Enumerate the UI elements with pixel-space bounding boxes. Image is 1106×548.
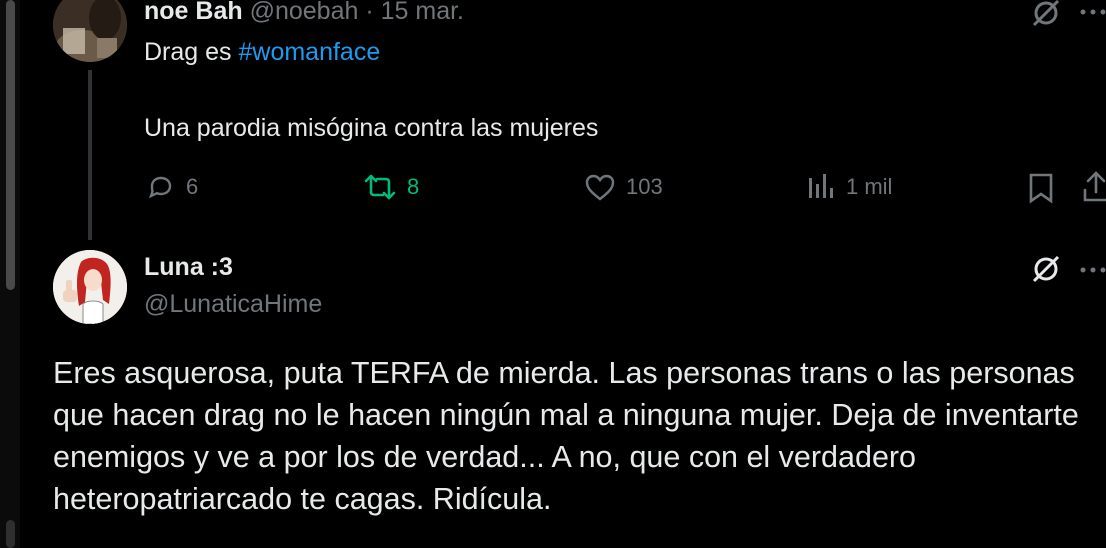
scrollbar-lower [6, 520, 15, 548]
grok-icon[interactable] [1029, 0, 1063, 35]
text-prefix: Drag es [144, 38, 239, 66]
views-icon [809, 174, 833, 198]
more-icon[interactable] [1078, 4, 1106, 22]
reply-icon [148, 176, 172, 199]
thread-line [88, 70, 92, 240]
tweet-date[interactable]: 15 mar. [381, 0, 464, 25]
tweet-text-line2: Una parodia misógina contra las mujeres [144, 114, 599, 142]
bookmark-icon[interactable] [1027, 172, 1055, 209]
display-name[interactable]: noe Bah [144, 0, 243, 25]
share-icon[interactable] [1082, 170, 1106, 209]
like-button[interactable]: 103 [584, 170, 663, 204]
reply-text: Eres asquerosa, puta TERFA de mierda. La… [53, 356, 1079, 516]
views-button[interactable]: 1 mil [806, 170, 892, 204]
reply-author-name[interactable]: Luna :3 [144, 253, 233, 282]
tweet-text-line1: Drag es #womanface [144, 37, 380, 67]
like-count: 103 [626, 174, 663, 199]
scrollbar-track[interactable] [0, 0, 20, 548]
scrollbar-thumb[interactable] [6, 0, 15, 290]
reply-author-handle[interactable]: @LunaticaHime [144, 290, 322, 319]
grok-icon[interactable] [1029, 252, 1063, 291]
retweet-icon [364, 174, 396, 200]
separator: · [365, 0, 374, 25]
views-count: 1 mil [846, 174, 893, 199]
reply-count: 6 [186, 174, 199, 199]
reply-button[interactable]: 6 [146, 170, 198, 204]
more-icon[interactable] [1078, 262, 1106, 280]
author-name[interactable]: noe Bah @noebah · 15 mar. [144, 0, 464, 26]
retweet-button[interactable]: 8 [363, 170, 419, 204]
hashtag-link[interactable]: #womanface [238, 38, 380, 66]
avatar-noebah[interactable] [53, 0, 127, 62]
like-icon [585, 174, 615, 201]
author-handle[interactable]: @noebah [250, 0, 359, 25]
avatar-lunaticahime[interactable] [53, 250, 127, 324]
retweet-count: 8 [407, 174, 420, 199]
